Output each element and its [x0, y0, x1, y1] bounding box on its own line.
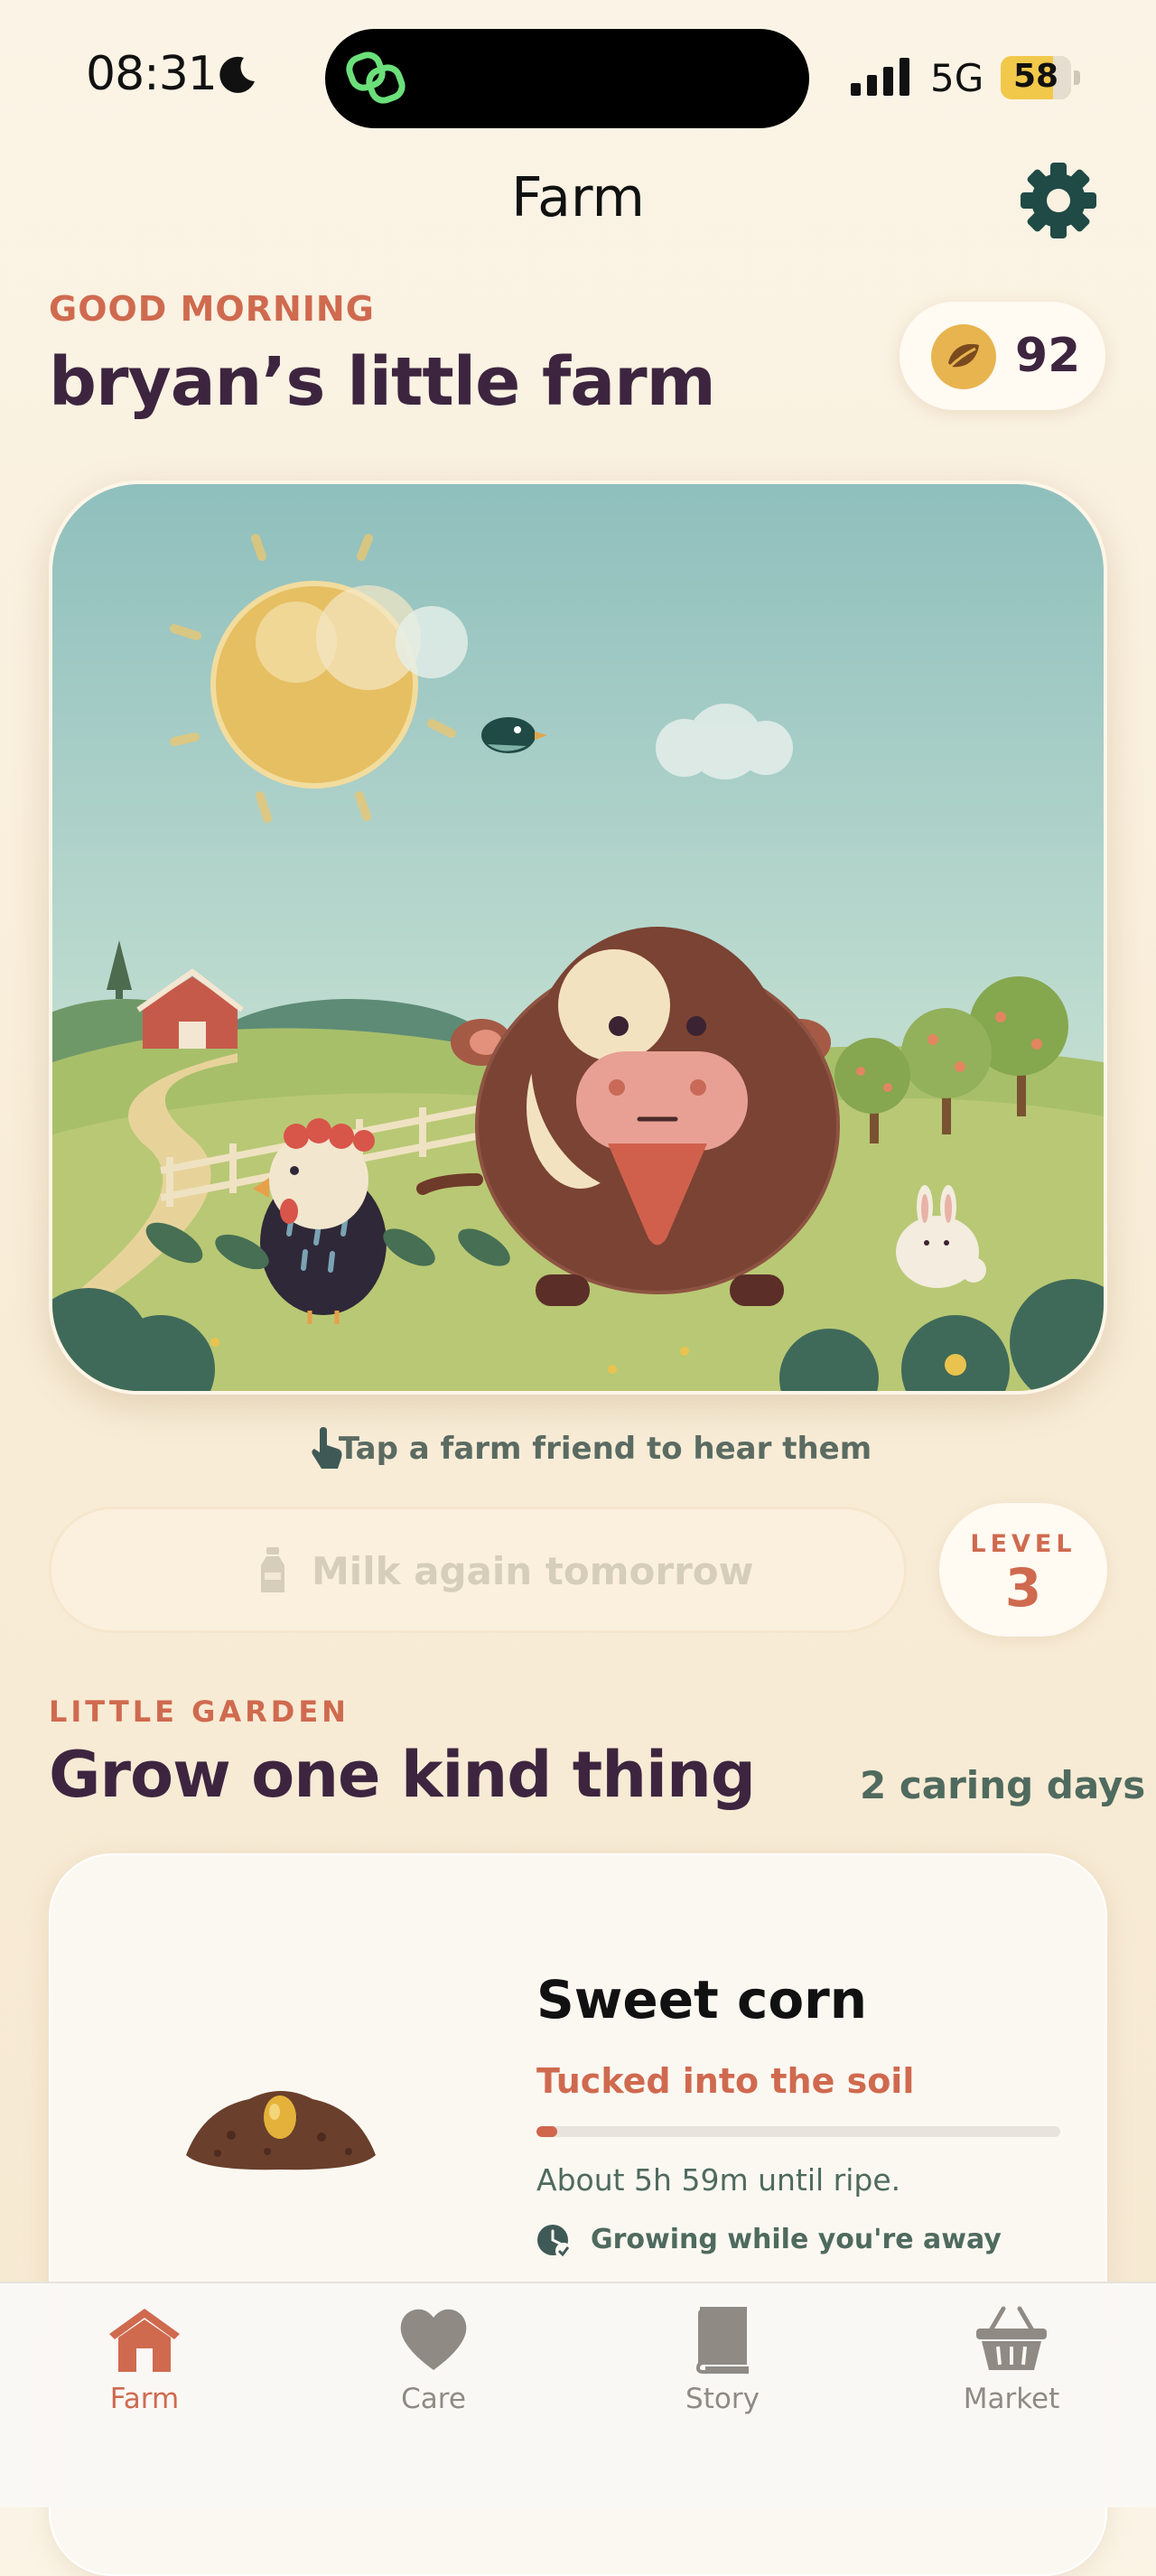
signal-icon	[851, 58, 909, 96]
basket-icon	[976, 2306, 1047, 2370]
greeting-label: GOOD MORNING	[49, 289, 375, 329]
growth-progress-bar	[536, 2126, 1060, 2137]
crop-eta: About 5h 59m until ripe.	[536, 2162, 901, 2198]
coin-count: 92	[1015, 329, 1081, 383]
tab-farm[interactable]: Farm	[54, 2305, 235, 2415]
battery-icon: 58	[1001, 56, 1082, 99]
gear-icon[interactable]	[1019, 161, 1098, 240]
garden-section-label: LITTLE GARDEN	[49, 1694, 350, 1729]
farm-illustration	[52, 484, 1104, 1391]
tab-farm-label: Farm	[109, 2383, 180, 2415]
network-label: 5G	[930, 56, 984, 100]
tap-hint: Tap a farm friend to hear them	[0, 1431, 1156, 1467]
milk-button-label: Milk again tomorrow	[312, 1549, 754, 1593]
leaf-coin-icon	[931, 324, 996, 389]
heart-icon	[400, 2309, 467, 2370]
tab-story-label: Story	[685, 2383, 760, 2415]
link-app-icon	[346, 51, 406, 104]
level-label: LEVEL	[970, 1530, 1077, 1558]
book-icon	[695, 2307, 749, 2374]
milk-button[interactable]: Milk again tomorrow	[49, 1507, 907, 1633]
status-time: 08:31	[86, 47, 218, 101]
milk-bottle-icon	[261, 1547, 284, 1592]
clock-check-icon	[537, 2225, 572, 2259]
growth-progress-fill	[536, 2126, 558, 2137]
farm-scene	[49, 481, 1107, 1395]
tab-market[interactable]: Market	[921, 2305, 1102, 2415]
garden-title: Grow one kind thing	[49, 1738, 756, 1812]
coin-balance[interactable]: 92	[900, 302, 1105, 410]
level-value: 3	[1004, 1557, 1042, 1619]
crop-name: Sweet corn	[536, 1969, 868, 2030]
barn-icon	[109, 2309, 180, 2372]
farm-name-heading: bryan’s little farm	[49, 343, 716, 421]
caring-days-count: 2 caring days	[860, 1763, 1146, 1807]
tab-care-label: Care	[401, 2383, 466, 2415]
crop-stage: Tucked into the soil	[536, 2061, 915, 2101]
tap-hint-text: Tap a farm friend to hear them	[338, 1431, 872, 1467]
tab-market-label: Market	[963, 2383, 1060, 2415]
moon-icon	[219, 56, 255, 93]
seed-soil-illustration	[186, 2091, 376, 2170]
page-title: Farm	[511, 166, 645, 229]
tab-care[interactable]: Care	[343, 2305, 524, 2415]
growing-note: Growing while you're away	[591, 2224, 1002, 2255]
battery-level: 58	[1012, 58, 1059, 95]
tab-story[interactable]: Story	[632, 2305, 813, 2415]
tab-bar: Farm Care Story Market	[0, 2282, 1156, 2507]
level-badge: LEVEL 3	[939, 1503, 1107, 1637]
